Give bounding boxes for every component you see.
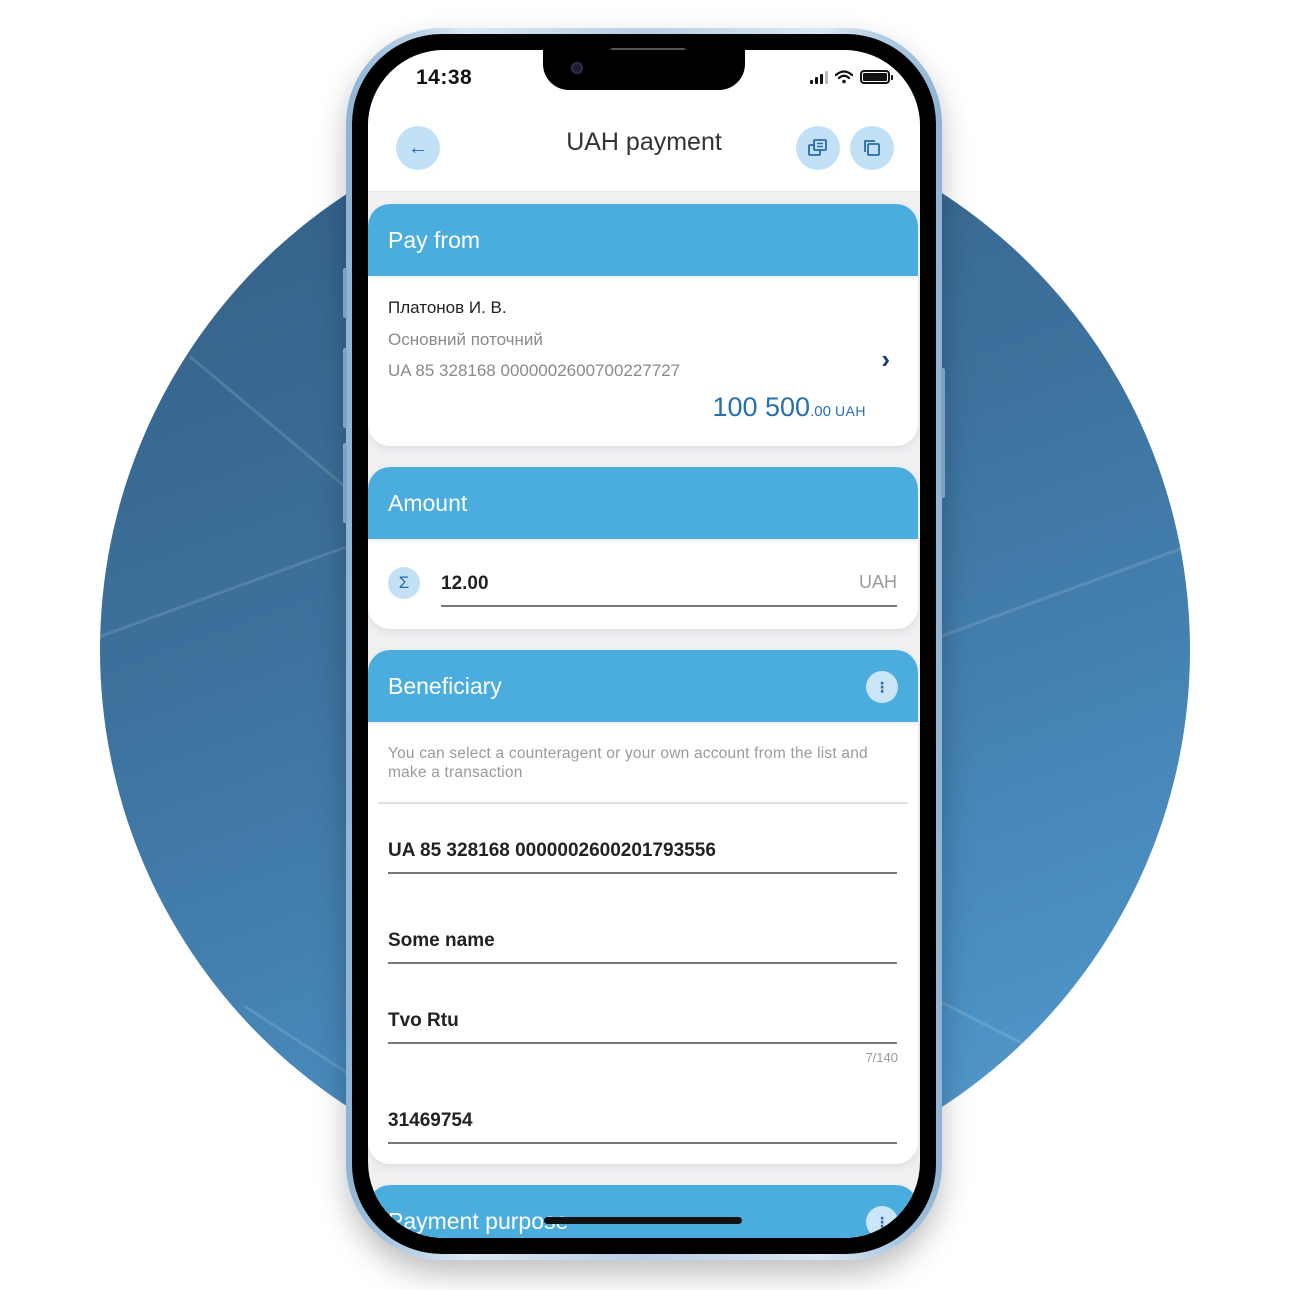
amount-body: Σ 12.00 UAH (368, 539, 918, 629)
status-time: 14:38 (416, 66, 473, 89)
character-counter: 7/140 (865, 1050, 898, 1065)
beneficiary-tax-code-value: 31469754 (388, 1110, 473, 1131)
beneficiary-body: You can select a counteragent or your ow… (368, 722, 918, 1162)
pay-from-header: Pay from (368, 204, 918, 276)
front-camera (571, 62, 583, 74)
beneficiary-card: Beneficiary ⋮ You can select a counterag… (368, 650, 918, 1164)
payment-purpose-menu-button[interactable]: ⋮ (866, 1206, 898, 1238)
beneficiary-tax-code-input[interactable]: 31469754 (388, 1092, 897, 1144)
account-holder: Платонов И. В. (388, 298, 507, 317)
payment-purpose-card: Payment purpose ⋮ (368, 1185, 918, 1238)
cellular-signal-icon (810, 70, 828, 84)
beneficiary-menu-button[interactable]: ⋮ (866, 671, 898, 703)
background-ray (939, 532, 1190, 638)
phone-side-button (343, 348, 347, 428)
beneficiary-field-3-input[interactable]: Tvo Rtu (388, 992, 897, 1044)
phone-side-button (343, 443, 347, 523)
more-vertical-icon: ⋮ (875, 1213, 889, 1230)
pay-from-title: Pay from (388, 226, 481, 253)
beneficiary-header: Beneficiary ⋮ (368, 650, 918, 722)
divider (378, 802, 908, 804)
wifi-icon (835, 70, 853, 84)
amount-currency: UAH (858, 572, 897, 592)
background-ray (939, 1000, 1066, 1067)
balance-integer: 100 500 (712, 392, 811, 422)
payment-purpose-header[interactable]: Payment purpose ⋮ (368, 1185, 918, 1238)
beneficiary-iban-input[interactable]: UA 85 328168 0000002600201793556 (388, 822, 897, 874)
more-vertical-icon: ⋮ (875, 678, 889, 695)
templates-button[interactable] (796, 126, 840, 170)
account-balance: 100 500.00 UAH (712, 392, 866, 423)
battery-icon (860, 70, 893, 84)
balance-decimal: .00 (810, 403, 831, 420)
templates-icon (808, 139, 827, 156)
beneficiary-name-value: Some name (388, 930, 495, 951)
account-type: Основний поточний (388, 330, 543, 349)
amount-card: Amount Σ 12.00 UAH (368, 467, 918, 629)
home-indicator[interactable] (544, 1217, 742, 1224)
amount-header: Amount (368, 467, 918, 539)
beneficiary-name-input[interactable]: Some name (388, 912, 897, 964)
status-icons (810, 70, 893, 84)
background-ray (100, 532, 383, 638)
notch (543, 50, 745, 90)
payment-purpose-title: Payment purpose (388, 1207, 569, 1234)
app-bar: ← UAH payment (368, 108, 920, 192)
phone-side-button (941, 368, 945, 498)
beneficiary-hint: You can select a counteragent or your ow… (388, 745, 868, 781)
account-selector[interactable]: Платонов И. В. Основний поточний UA 85 3… (368, 276, 918, 446)
account-iban: UA 85 328168 0000002600700227727 (388, 361, 681, 380)
chevron-right-icon[interactable]: › (881, 344, 890, 375)
amount-input[interactable]: 12.00 UAH (441, 547, 897, 607)
amount-title: Amount (388, 489, 468, 516)
beneficiary-title: Beneficiary (388, 672, 502, 699)
phone-frame: 14:38 ← UAH payment Pay from Платонов И.… (343, 28, 945, 1260)
phone-side-button (343, 268, 347, 318)
copy-button[interactable] (850, 126, 894, 170)
phone-screen: 14:38 ← UAH payment Pay from Платонов И.… (368, 50, 920, 1238)
copy-icon (864, 140, 880, 156)
pay-from-card: Pay from Платонов И. В. Основний поточни… (368, 204, 918, 446)
beneficiary-field-3-value: Tvo Rtu (388, 1010, 459, 1031)
balance-currency: UAH (834, 403, 866, 419)
amount-value: 12.00 (441, 573, 489, 594)
beneficiary-iban-value: UA 85 328168 0000002600201793556 (388, 840, 716, 861)
sigma-icon: Σ (388, 567, 420, 599)
